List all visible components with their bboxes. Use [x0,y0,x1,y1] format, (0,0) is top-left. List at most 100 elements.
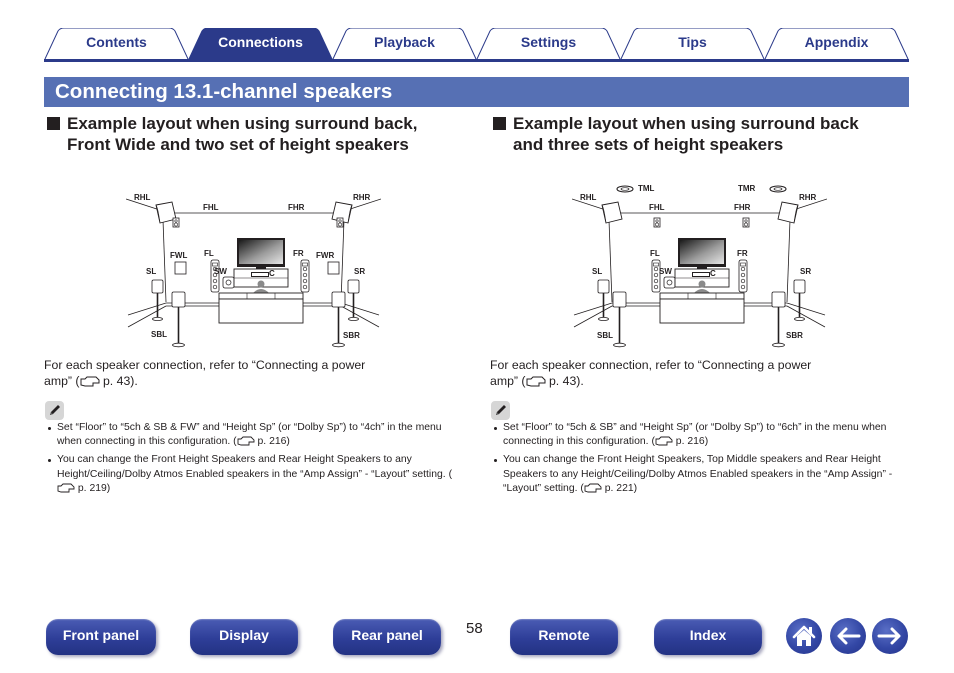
body-line: amp” ( p. 43). [490,373,811,391]
speaker-fr [738,259,748,293]
forward-button[interactable] [872,618,908,654]
speaker-fl [651,259,661,293]
page-reference-icon [237,436,255,451]
label-fr: FR [737,249,748,258]
page-reference-link[interactable]: p. 216) [673,436,708,447]
tab-label: Settings [520,34,577,50]
tab-contents[interactable]: Contents [44,28,189,59]
page-reference-icon [655,436,673,451]
label-fhr: FHR [734,203,751,212]
tab-connections[interactable]: Connections [188,28,333,59]
index-button[interactable]: Index [654,619,762,655]
label-fhl: FHL [203,203,219,212]
forward-arrow-icon [877,627,901,645]
heading-line: Example layout when using surround back [513,114,859,133]
speaker-sw [222,276,235,289]
label-fwl: FWL [170,251,187,260]
speaker-sr [347,279,360,322]
label-rhl: RHL [134,193,151,202]
speaker-fhl [172,217,180,228]
tab-playback[interactable]: Playback [332,28,477,59]
heading-bullet-square [47,117,60,130]
body-paragraph: For each speaker connection, refer to “C… [490,357,811,391]
tab-tips[interactable]: Tips [620,28,765,59]
tab-label: Contents [86,34,147,50]
label-rhl: RHL [580,193,597,202]
speaker-fr [300,259,310,293]
page-reference-link[interactable]: p. 219) [75,483,110,494]
page-reference-link[interactable]: p. 216) [255,436,290,447]
page-reference-link[interactable]: p. 43). [100,374,138,388]
speaker-sl [597,279,610,322]
speaker-sbl [612,291,627,348]
tab-label: Connections [218,34,303,50]
tab-label: Tips [678,34,707,50]
label-rhr: RHR [799,193,817,202]
label-sbl: SBL [597,331,613,340]
page-reference-icon [57,483,75,498]
tab-label: Playback [374,34,435,50]
label-sw: SW [214,267,227,276]
speaker-fhl [653,217,661,228]
page-reference-icon [584,483,602,498]
section-title-bar: Connecting 13.1-channel speakers [44,77,909,107]
pencil-note-icon [491,401,510,420]
body-paragraph: For each speaker connection, refer to “C… [44,357,365,391]
display-button[interactable]: Display [190,619,298,655]
back-button[interactable] [830,618,866,654]
rear-panel-button[interactable]: Rear panel [333,619,441,655]
note-item: Set “Floor” to “5ch & SB” and “Height Sp… [490,421,915,452]
home-button[interactable] [786,618,822,654]
label-sr: SR [354,267,365,276]
tab-underline [44,59,909,62]
label-tml: TML [638,184,655,193]
speaker-sw [663,276,676,289]
note-item: Set “Floor” to “5ch & SB & FW” and “Heig… [44,421,454,452]
speaker-layout-diagram-left: RHL RHR FHL FHR FWL FWR FL FR SL SR SW C… [126,193,381,348]
speaker-fhr [336,217,344,228]
heading-line: Example layout when using surround back, [67,114,418,133]
page-reference-icon [526,375,546,391]
speaker-fwr [327,261,340,275]
label-c: C [710,269,716,278]
page-number: 58 [466,620,483,637]
pencil-note-icon [45,401,64,420]
label-fwr: FWR [316,251,334,260]
speaker-rhl [601,201,623,224]
label-sbr: SBR [786,331,803,340]
note-list: Set “Floor” to “5ch & SB & FW” and “Heig… [44,421,454,500]
label-sbr: SBR [343,331,360,340]
left-section: Example layout when using surround back,… [44,113,454,494]
speaker-fl [210,259,220,293]
note-item: You can change the Front Height Speakers… [490,453,915,498]
label-c: C [269,269,275,278]
body-line: amp” ( p. 43). [44,373,365,391]
label-sl: SL [592,267,602,276]
label-sw: SW [659,267,672,276]
speaker-sl [151,279,164,322]
label-fl: FL [204,249,214,258]
page-reference-link[interactable]: p. 43). [546,374,584,388]
tab-appendix[interactable]: Appendix [764,28,909,59]
speaker-layout-diagram-right: TML TMR RHL RHR FHL FHR FL FR SL SR SW C… [572,184,827,348]
label-sl: SL [146,267,156,276]
note-item: You can change the Front Height Speakers… [44,453,454,498]
label-sbl: SBL [151,330,167,339]
speaker-fhr [742,217,750,228]
label-rhr: RHR [353,193,371,202]
front-panel-button[interactable]: Front panel [46,619,156,655]
remote-button[interactable]: Remote [510,619,618,655]
home-icon [792,625,816,646]
heading-line: and three sets of height speakers [513,135,784,154]
speaker-rhr [777,201,799,224]
speaker-tmr [769,185,787,193]
label-fl: FL [650,249,660,258]
tab-settings[interactable]: Settings [476,28,621,59]
speaker-sbr [771,291,786,348]
tab-label: Appendix [804,34,869,50]
body-line: For each speaker connection, refer to “C… [490,358,812,372]
right-section-heading: Example layout when using surround back … [490,113,915,155]
body-line: For each speaker connection, refer to “C… [44,358,366,372]
page-reference-link[interactable]: p. 221) [602,483,637,494]
left-section-heading: Example layout when using surround back,… [44,113,454,155]
